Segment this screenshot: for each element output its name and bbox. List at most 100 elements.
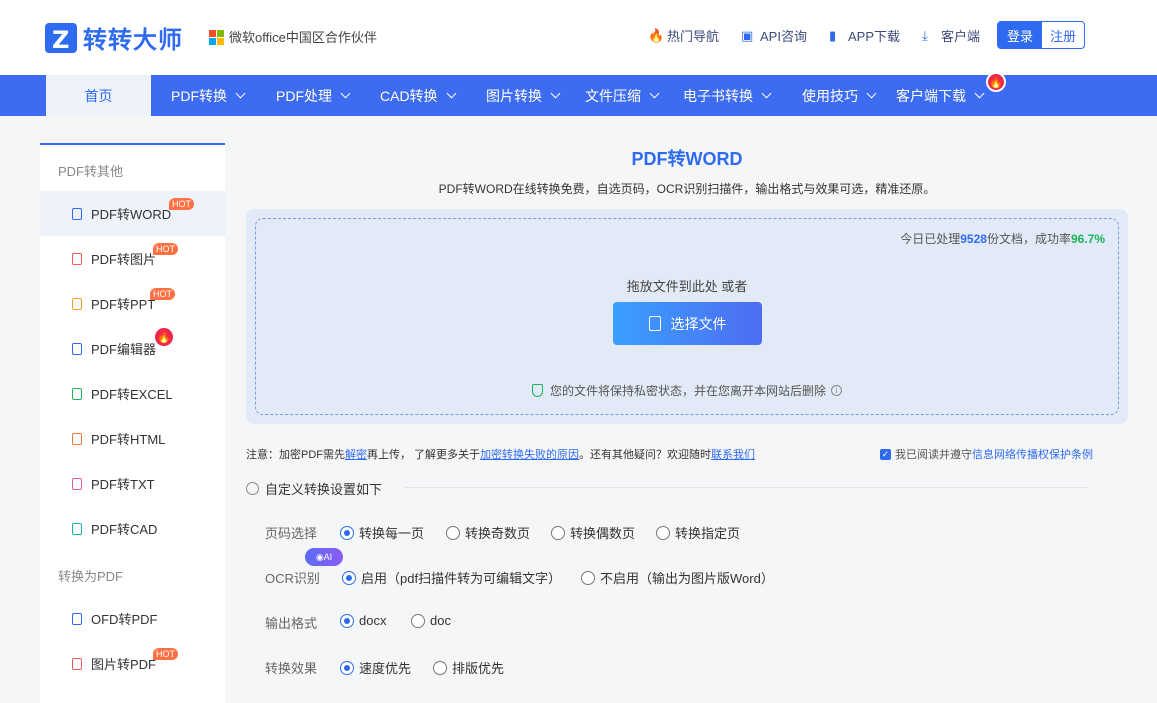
chevron-down-icon — [974, 88, 985, 99]
format-label: 输出格式 — [265, 616, 318, 631]
sidebar-category: 转换为PDF — [58, 569, 124, 584]
radio-dot — [340, 660, 354, 675]
fire-icon: 🔥 — [648, 27, 665, 43]
sidebar-item-pdf-to-txt[interactable]: PDF转TXT — [40, 461, 225, 506]
encrypt-fail-reason-link[interactable]: 加密转换失败的原因 — [480, 449, 579, 461]
regulation-link[interactable]: 信息网络传播权保护条例 — [972, 446, 1093, 462]
auth-group: 登录 注册 — [997, 21, 1085, 49]
nav-tips[interactable]: 使用技巧 — [802, 75, 877, 116]
radio-dot — [433, 660, 447, 675]
effect-label: 转换效果 — [265, 661, 318, 676]
document-icon — [72, 297, 82, 310]
radio-label: docx — [359, 613, 387, 628]
sidebar-item-label: PDF转EXCEL — [91, 387, 173, 402]
stats-prefix: 今日已处理 — [900, 232, 961, 246]
chevron-down-icon — [235, 88, 246, 99]
radio-layout-first[interactable]: 排版优先 — [433, 658, 504, 677]
document-icon — [72, 387, 82, 400]
decrypt-link[interactable]: 解密 — [345, 449, 367, 461]
chevron-down-icon — [446, 88, 457, 99]
nav-file-compress[interactable]: 文件压缩 — [585, 75, 660, 116]
agree-checkbox[interactable]: ✓ — [880, 448, 891, 460]
sidebar-item-image-to-pdf[interactable]: 图片转PDF HOT — [40, 641, 225, 686]
nav-label: PDF处理 — [276, 87, 332, 104]
document-icon — [72, 657, 82, 670]
sidebar-item-label: PDF转PPT — [91, 297, 156, 312]
top-link-label: 客户端 — [941, 29, 981, 44]
radio-label: 转换指定页 — [675, 526, 741, 541]
radio-even-pages[interactable]: 转换偶数页 — [551, 523, 635, 542]
document-icon — [72, 477, 82, 490]
logo-mark-icon — [45, 22, 77, 54]
sidebar-item-label: PDF转TXT — [91, 477, 155, 492]
top-link-client[interactable]: ⤓ 客户端 — [922, 26, 980, 45]
main-nav: 首页 PDF转换 PDF处理 CAD转换 图片转换 文件压缩 电子书转换 使用技… — [0, 72, 1157, 116]
hot-badge: HOT — [153, 243, 178, 255]
choose-file-label: 选择文件 — [670, 315, 727, 332]
sidebar-item-label: PDF转图片 — [91, 252, 157, 267]
nav-pdf-convert[interactable]: PDF转换 — [171, 75, 246, 116]
radio-label: 转换奇数页 — [465, 526, 531, 541]
radio-ocr-disable[interactable]: 不启用（输出为图片版Word） — [581, 568, 774, 587]
radio-every-page[interactable]: 转换每一页 — [340, 523, 424, 542]
contact-us-link[interactable]: 联系我们 — [711, 449, 755, 461]
sidebar-item-label: PDF转WORD — [91, 207, 172, 222]
sidebar-item-pdf-editor[interactable]: PDF编辑器 🔥 — [40, 326, 225, 371]
register-button[interactable]: 注册 — [1042, 22, 1084, 48]
shield-icon — [531, 384, 543, 397]
sidebar-item-pdf-to-image[interactable]: PDF转图片 HOT — [40, 236, 225, 281]
chevron-down-icon — [761, 88, 772, 99]
site-header: 转转大师 微软office中国区合作伙伴 🔥热门导航 ▣ API咨询 ▮ APP下载… — [0, 0, 1157, 75]
ai-badge-label: AI — [323, 552, 333, 562]
notice-part: 。还有其他疑问？欢迎随时 — [579, 449, 712, 461]
hot-badge: HOT — [153, 648, 178, 660]
radio-dot — [551, 525, 565, 540]
sidebar-item-label: PDF转HTML — [91, 432, 166, 447]
login-button[interactable]: 登录 — [998, 22, 1042, 48]
nav-cad-convert[interactable]: CAD转换 — [380, 75, 457, 116]
radio-speed-first[interactable]: 速度优先 — [340, 658, 411, 677]
fire-icon: 🔥 — [986, 72, 1006, 92]
sidebar-item-pdf-to-ppt[interactable]: PDF转PPT HOT — [40, 281, 225, 326]
radio-odd-pages[interactable]: 转换奇数页 — [446, 523, 530, 542]
chat-icon: ▣ — [741, 27, 754, 43]
sidebar-item-pdf-to-word[interactable]: PDF转WORD HOT — [40, 191, 225, 236]
sidebar-item-label: OFD转PDF — [91, 612, 158, 627]
nav-home[interactable]: 首页 — [46, 75, 151, 116]
top-link-app[interactable]: ▮ APP下载 — [829, 26, 900, 45]
nav-label: PDF转换 — [171, 87, 227, 104]
radio-docx[interactable]: docx — [340, 613, 386, 628]
hot-badge: HOT — [169, 198, 194, 210]
ocr-label: OCR识别 — [265, 571, 320, 586]
stats-mid: 份文档，成功率 — [986, 232, 1071, 246]
sidebar-item-label: PDF编辑器 — [91, 342, 157, 357]
drop-zone[interactable]: 今日已处理9528份文档，成功率96.7% 拖放文件到此处 或者 选择文件 您的… — [255, 218, 1119, 415]
site-logo[interactable]: 转转大师 — [45, 20, 183, 55]
radio-label: 转换每一页 — [359, 526, 425, 541]
nav-ebook-convert[interactable]: 电子书转换 — [683, 75, 772, 116]
sidebar-item-ofd-to-pdf[interactable]: OFD转PDF — [40, 596, 225, 641]
top-link-label: API咨询 — [760, 29, 807, 44]
notice-part: 注意：加密PDF需先 — [246, 449, 345, 461]
top-link-api[interactable]: ▣ API咨询 — [741, 26, 807, 45]
radio-specified-pages[interactable]: 转换指定页 — [656, 523, 740, 542]
nav-pdf-process[interactable]: PDF处理 — [276, 75, 351, 116]
choose-file-button[interactable]: 选择文件 — [613, 302, 762, 345]
info-icon[interactable]: i — [831, 385, 842, 396]
radio-ocr-enable[interactable]: 启用（pdf扫描件转为可编辑文字） — [342, 568, 561, 587]
nav-client-download[interactable]: 客户端下载 — [896, 75, 985, 116]
sidebar-item-pdf-to-html[interactable]: PDF转HTML — [40, 416, 225, 461]
page-select-label: 页码选择 — [265, 526, 318, 541]
sidebar-category: PDF转其他 — [58, 164, 124, 179]
top-link-hot-nav[interactable]: 🔥 热门导航 — [648, 26, 719, 45]
gear-icon — [246, 482, 259, 495]
radio-doc[interactable]: doc — [411, 613, 451, 628]
document-icon — [72, 252, 82, 265]
sidebar-item-label: PDF转CAD — [91, 522, 158, 537]
microsoft-icon — [209, 29, 224, 45]
radio-dot — [581, 570, 595, 585]
radio-dot — [340, 613, 354, 628]
sidebar-item-pdf-to-cad[interactable]: PDF转CAD — [40, 506, 225, 551]
nav-image-convert[interactable]: 图片转换 — [486, 75, 561, 116]
sidebar-item-pdf-to-excel[interactable]: PDF转EXCEL — [40, 371, 225, 416]
